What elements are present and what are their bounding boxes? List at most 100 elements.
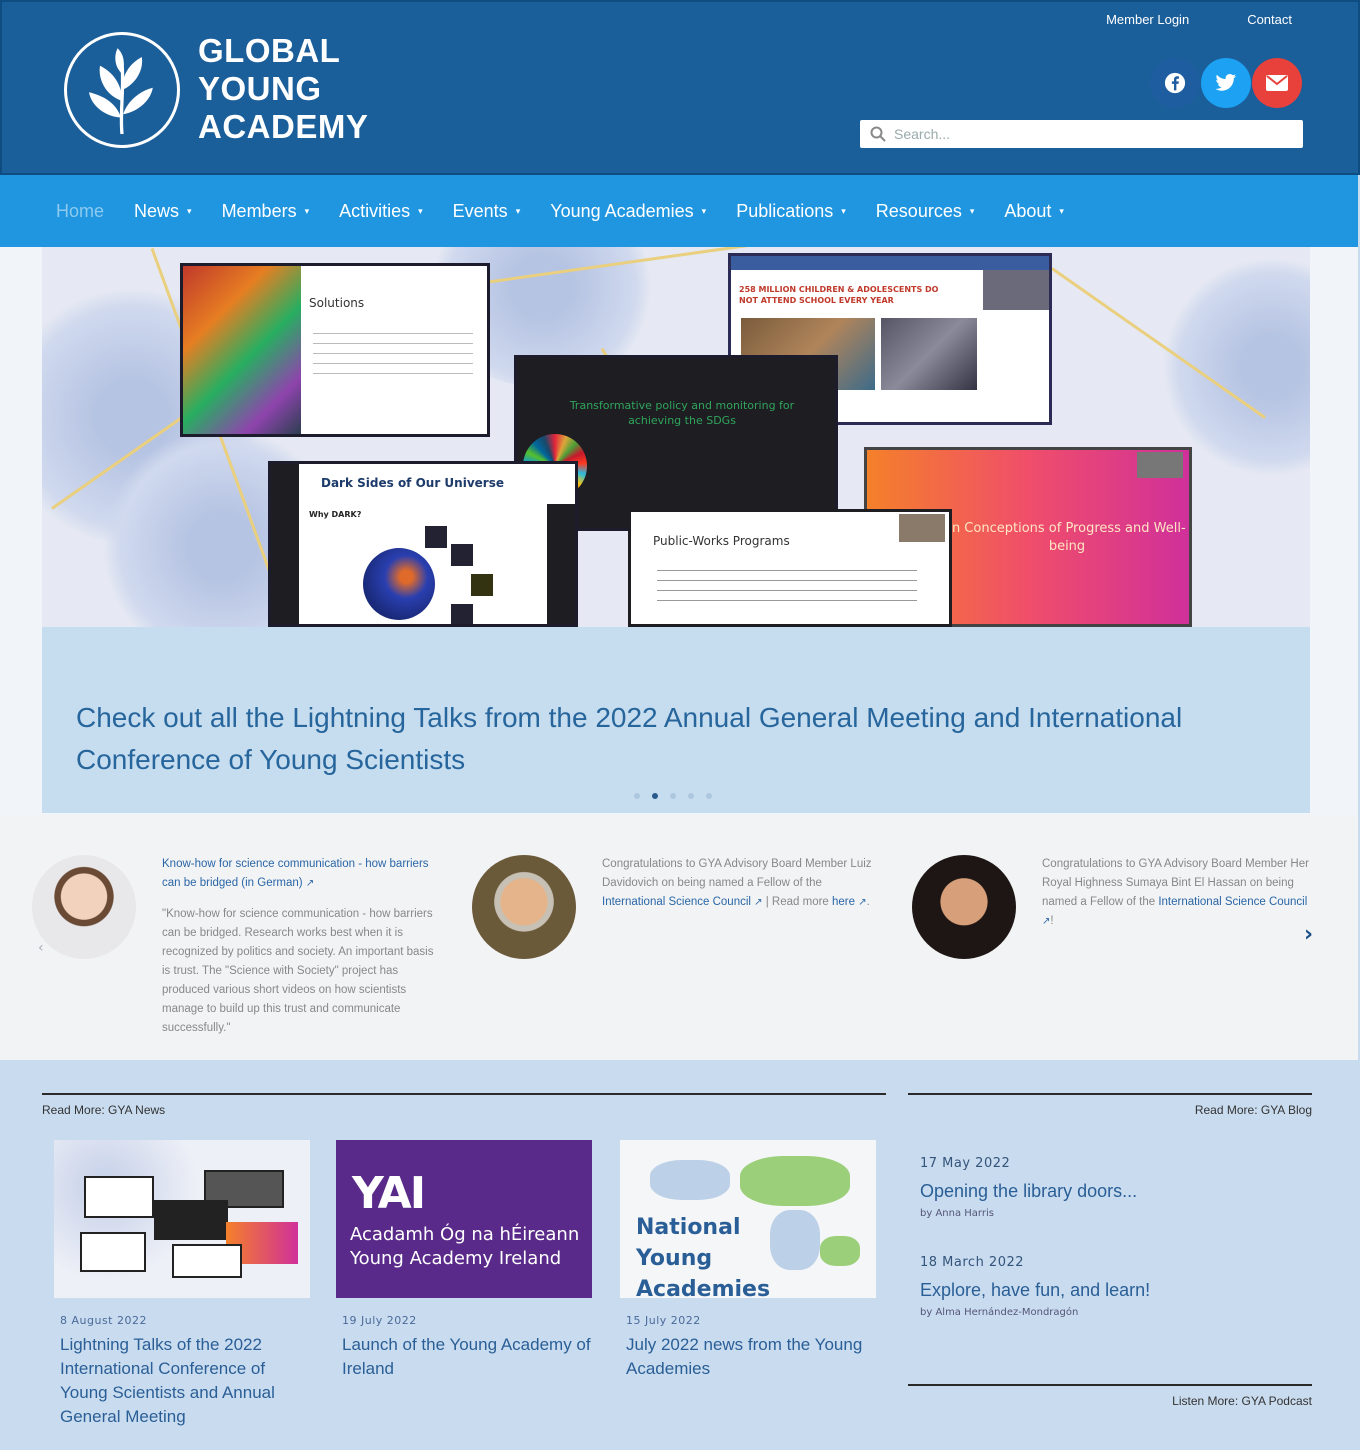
nav-activities[interactable]: Activities ▾ <box>339 201 423 222</box>
podcast-section-label[interactable]: Listen More: GYA Podcast <box>1172 1394 1312 1408</box>
search-input[interactable] <box>894 126 1274 142</box>
thumb-text: National <box>636 1215 741 1240</box>
chevron-down-icon: ▾ <box>1059 205 1064 216</box>
slide-policy-title: Transformative policy and monitoring for… <box>569 399 795 427</box>
space-thumb <box>451 604 473 624</box>
nav-resources-label: Resources <box>875 200 962 221</box>
yai-logo-icon: YAI <box>352 1168 426 1219</box>
news-card[interactable]: 8 August 2022 Lightning Talks of the 202… <box>54 1140 310 1429</box>
carousel-card-pre: Congratulations to GYA Advisory Board Me… <box>602 858 872 889</box>
logo-icon[interactable] <box>64 32 180 148</box>
news-title[interactable]: Launch of the Young Academy of Ireland <box>336 1333 592 1381</box>
email-icon[interactable] <box>1252 58 1302 108</box>
slide-header-bar <box>731 256 1049 270</box>
nav-members-label: Members <box>221 200 297 221</box>
carousel-card-title: Know-how for science communication - how… <box>162 858 429 889</box>
nav-young-academies[interactable]: Young Academies ▾ <box>550 201 706 222</box>
nav-about-label: About <box>1004 200 1052 221</box>
search-bar <box>860 120 1303 148</box>
chevron-down-icon: ▾ <box>841 205 846 216</box>
slide-text-lines <box>657 564 917 606</box>
read-more-link[interactable]: here ↗ <box>832 896 867 908</box>
thumb-text: Acadamh Óg na hÉireann <box>350 1224 580 1245</box>
slider-dot-active[interactable] <box>652 793 658 799</box>
slide-solutions: Solutions <box>180 263 490 437</box>
main-nav: Home News ▾ Members ▾ Activities ▾ Events ▾ … <box>0 175 1358 247</box>
read-more-text: here <box>832 896 856 908</box>
thumb-slide <box>84 1176 154 1218</box>
carousel-card-post: . <box>866 896 870 908</box>
blog-title[interactable]: Explore, have fun, and learn! <box>920 1280 1320 1301</box>
blog-title[interactable]: Opening the library doors... <box>920 1181 1320 1202</box>
nav-news[interactable]: News ▾ <box>134 201 192 222</box>
hero-caption[interactable]: Check out all the Lightning Talks from t… <box>42 627 1310 813</box>
news-title[interactable]: Lightning Talks of the 2022 Internationa… <box>54 1333 310 1429</box>
map-shape <box>770 1210 820 1270</box>
facebook-icon[interactable] <box>1150 58 1200 108</box>
blog-item[interactable]: 17 May 2022 Opening the library doors...… <box>920 1156 1320 1219</box>
video-thumb <box>983 270 1049 310</box>
nav-events[interactable]: Events ▾ <box>453 201 521 222</box>
news-thumbnail: YAI Acadamh Óg na hÉireann Young Academy… <box>336 1140 592 1298</box>
thumb-text-block: National Young Academies <box>636 1212 770 1298</box>
site-header: GLOBAL YOUNG ACADEMY Member Login Contac… <box>0 0 1360 175</box>
carousel-card-title-link[interactable]: Know-how for science communication - how… <box>162 858 429 889</box>
nav-home[interactable]: Home <box>56 201 104 222</box>
nav-events-label: Events <box>452 200 508 221</box>
twitter-icon[interactable] <box>1201 58 1251 108</box>
blog-section-label[interactable]: Read More: GYA Blog <box>1195 1103 1312 1117</box>
news-card[interactable]: National Young Academies 15 July 2022 Ju… <box>620 1140 876 1381</box>
avatar <box>912 855 1016 959</box>
thumb-slide <box>154 1200 228 1240</box>
space-thumb <box>471 574 493 596</box>
slider-dot[interactable] <box>706 793 712 799</box>
nav-about[interactable]: About ▾ <box>1004 201 1064 222</box>
nav-young-academies-label: Young Academies <box>550 200 694 221</box>
divider <box>908 1384 1312 1386</box>
nav-publications[interactable]: Publications ▾ <box>736 201 846 222</box>
nav-members[interactable]: Members ▾ <box>222 201 310 222</box>
leaf-logo-icon <box>89 48 153 135</box>
slide-side-bar <box>271 464 299 624</box>
news-card[interactable]: YAI Acadamh Óg na hÉireann Young Academy… <box>336 1140 592 1381</box>
slide-public-works: Public-Works Programs <box>628 509 952 627</box>
news-title[interactable]: July 2022 news from the Young Academies <box>620 1333 876 1381</box>
chevron-down-icon: ▾ <box>418 205 423 216</box>
avatar <box>32 855 136 959</box>
avatar <box>472 855 576 959</box>
contact-link[interactable]: Contact <box>1247 12 1292 27</box>
nav-activities-label: Activities <box>339 200 411 221</box>
thumb-text: Young <box>636 1246 713 1271</box>
slider-dot[interactable] <box>688 793 694 799</box>
blog-date: 17 May 2022 <box>920 1156 1011 1171</box>
carousel-card-text: Congratulations to GYA Advisory Board Me… <box>602 855 874 912</box>
isc-link-text: International Science Council <box>602 896 751 908</box>
logo-wordmark[interactable]: GLOBAL YOUNG ACADEMY <box>198 32 368 146</box>
nav-resources[interactable]: Resources ▾ <box>876 201 975 222</box>
search-icon[interactable] <box>870 126 886 142</box>
carousel-card-post: ! <box>1050 915 1054 927</box>
slider-dot[interactable] <box>634 793 640 799</box>
carousel-card: Congratulations to GYA Advisory Board Me… <box>912 815 1332 1060</box>
slide-dark-sides: Dark Sides of Our Universe Why DARK? <box>268 461 578 627</box>
news-date: 8 August 2022 <box>60 1314 147 1327</box>
isc-link[interactable]: International Science Council ↗ <box>602 896 763 908</box>
video-thumb <box>899 514 945 542</box>
news-section-label[interactable]: Read More: GYA News <box>42 1103 165 1117</box>
carousel-card: Know-how for science communication - how… <box>32 815 452 1060</box>
slide-side-bar <box>547 504 575 624</box>
member-login-link[interactable]: Member Login <box>1106 12 1189 27</box>
map-shape <box>820 1236 860 1266</box>
chevron-down-icon: ▾ <box>701 205 707 216</box>
chevron-down-icon: ▾ <box>515 205 521 216</box>
thumb-text: Academies <box>636 1277 771 1298</box>
carousel-next-icon[interactable]: › <box>1304 922 1313 947</box>
logo-line-3: ACADEMY <box>198 108 369 145</box>
carousel-card: Congratulations to GYA Advisory Board Me… <box>472 815 892 1060</box>
blog-item[interactable]: 18 March 2022 Explore, have fun, and lea… <box>920 1255 1320 1318</box>
slider-dot[interactable] <box>670 793 676 799</box>
hero-slider[interactable]: Solutions 258 MILLION CHILDREN & ADOLESC… <box>0 247 1358 815</box>
divider <box>42 1093 886 1095</box>
carousel-prev-icon[interactable]: ‹ <box>38 940 44 956</box>
map-shape <box>740 1156 850 1206</box>
